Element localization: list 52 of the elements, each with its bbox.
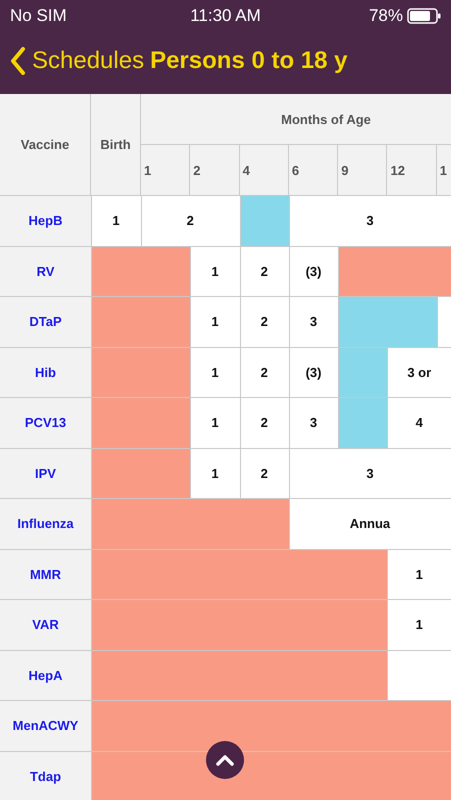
dose-label: 4 (416, 415, 423, 430)
vaccine-link[interactable]: RV (36, 264, 54, 279)
dose-label: 1 (211, 466, 219, 481)
dose-label: 1 (211, 364, 219, 380)
back-chevron-icon (10, 47, 26, 75)
column-header: 6 (288, 145, 338, 195)
dose-label: (3) (306, 364, 322, 380)
dose-label: 2 (186, 213, 194, 228)
vaccine-link[interactable]: VAR (32, 617, 59, 632)
chevron-up-icon (215, 753, 235, 767)
dose-label: 1 (416, 566, 423, 582)
dose-label: (3) (306, 264, 322, 279)
battery-icon (407, 8, 441, 24)
dose-label: 3 (310, 314, 318, 330)
dose-label: 1 (211, 415, 219, 430)
dose-label: 2 (260, 466, 268, 481)
clock-time: 11:30 AM (190, 6, 261, 26)
vaccine-link[interactable]: Tdap (30, 768, 62, 784)
column-header: 4 (240, 145, 289, 195)
vaccine-link[interactable]: Hib (35, 364, 56, 380)
dose-label: 1 (112, 213, 120, 228)
column-header: 9 (338, 145, 388, 195)
dose-label: 1 (211, 264, 219, 279)
dose-label: 2 (260, 314, 268, 330)
dose-label: 2 (260, 264, 268, 279)
column-header: 1 (436, 145, 451, 195)
dose-label: 3 (366, 466, 374, 481)
dose-label: 1 (416, 617, 423, 632)
vaccine-link[interactable]: Influenza (17, 516, 74, 532)
dose-label: 3 (310, 415, 318, 430)
dose-label: 1 (211, 314, 219, 330)
dose-label: Annua (350, 516, 390, 532)
dose-label: 2 (260, 415, 268, 430)
vaccine-link[interactable]: HepB (28, 213, 62, 228)
column-header: 12 (387, 145, 437, 195)
vaccine-link[interactable]: DTaP (29, 314, 62, 330)
column-header: 1 (141, 145, 190, 195)
dose-label: 3 or (407, 364, 432, 380)
screen-title: Persons 0 to 18 y (150, 47, 348, 75)
vaccine-link[interactable]: PCV13 (24, 415, 66, 430)
dose-label: 2 (260, 364, 268, 380)
vaccine-link[interactable]: MMR (30, 566, 62, 582)
back-button[interactable]: Schedules (10, 47, 144, 75)
carrier-label: No SIM (10, 6, 67, 26)
battery-percent: 78% (368, 6, 403, 26)
column-header: 2 (190, 145, 240, 195)
vaccine-link[interactable]: IPV (35, 466, 56, 481)
group-header: Months of Age (141, 94, 451, 145)
column-header: Vaccine (0, 94, 91, 195)
vaccine-link[interactable]: HepA (28, 668, 62, 683)
dose-label: 3 (366, 213, 374, 228)
column-header: Birth (91, 94, 141, 195)
